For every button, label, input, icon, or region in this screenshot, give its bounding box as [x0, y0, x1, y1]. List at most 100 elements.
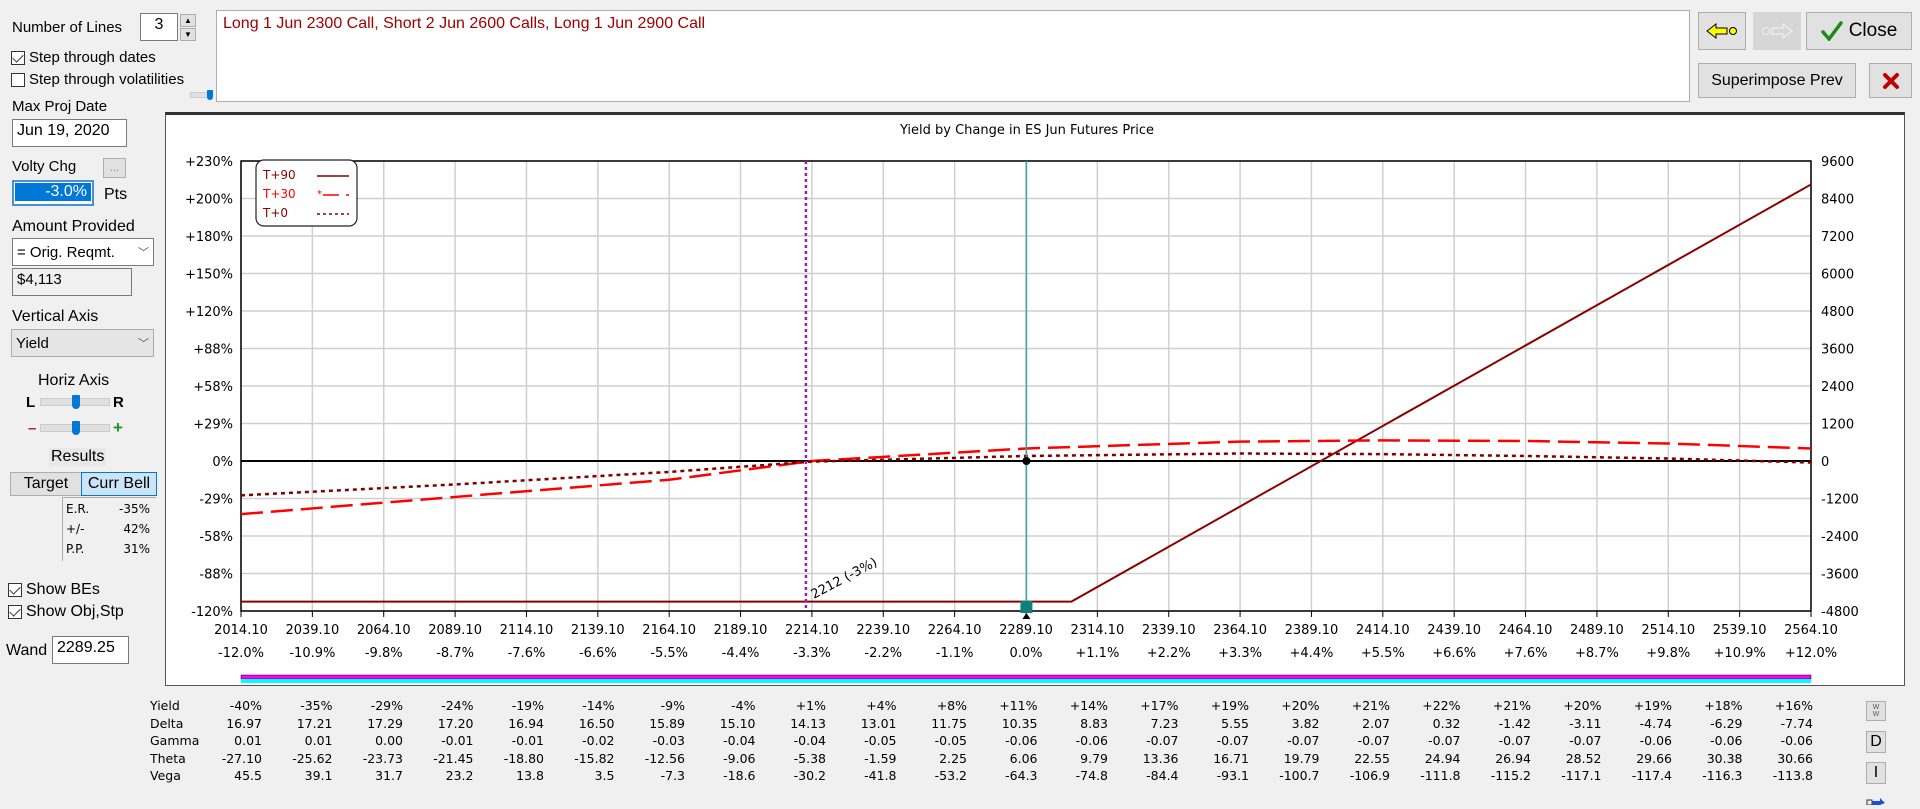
greeks-cell: -7.74 — [1780, 715, 1813, 731]
greeks-cell: -1.59 — [864, 750, 897, 766]
x-tick-label: 2289.10 — [999, 623, 1053, 638]
range-bar-magenta — [240, 674, 1812, 680]
greeks-table: Yield -40% -35% -29% -24% -19% -14% -9% -4% +1% +4… — [140, 690, 1900, 800]
greeks-cell: -74.8 — [1075, 768, 1108, 783]
amount-value-field: $4,113 — [12, 268, 132, 296]
spin-up-button[interactable]: ▲ — [180, 14, 196, 27]
result-pp-value: 31% — [123, 542, 150, 556]
greeks-cell: 0.00 — [375, 733, 403, 748]
step-dates-checkbox[interactable]: Step through dates — [11, 49, 156, 66]
step-vols-checkbox[interactable]: Step through volatilities — [11, 71, 184, 88]
x-tick-label: 2564.10 — [1784, 623, 1838, 638]
greeks-cell: -115.2 — [1490, 768, 1531, 783]
greeks-cell: -84.4 — [1146, 768, 1179, 783]
y-right-tick-label: -4800 — [1821, 605, 1859, 620]
y-right-tick-label: 7200 — [1821, 230, 1854, 245]
x-pct-tick-label: -1.1% — [936, 646, 974, 661]
number-of-lines-label: Number of Lines — [12, 19, 123, 36]
greeks-cell: 9.79 — [1080, 750, 1108, 766]
greeks-cell: -0.04 — [793, 733, 826, 748]
show-obj-checkbox[interactable]: Show Obj,Stp — [8, 603, 124, 621]
x-pct-tick-label: +2.2% — [1147, 646, 1191, 661]
greeks-cell: +14% — [1069, 698, 1108, 713]
y-left-tick-label: -29% — [199, 493, 233, 508]
greeks-cell: 26.94 — [1495, 750, 1531, 766]
number-of-lines-input[interactable]: 3 — [140, 13, 178, 41]
yield-chart[interactable]: Yield by Change in ES Jun Futures Price … — [166, 115, 1906, 687]
y-left-tick-label: +58% — [193, 380, 233, 395]
x-tick-label: 2239.10 — [856, 623, 910, 638]
greeks-cell: -53.2 — [934, 768, 967, 783]
x-pct-tick-label: -5.5% — [650, 646, 688, 661]
x-pct-tick-label: +12.0% — [1785, 646, 1837, 661]
amount-provided-select[interactable]: = Orig. Reqmt. ﹀ — [12, 238, 154, 266]
chart-panel[interactable]: Yield by Change in ES Jun Futures Price … — [165, 112, 1905, 686]
vertical-axis-label: Vertical Axis — [12, 308, 99, 325]
greeks-cell: -0.02 — [582, 733, 615, 748]
greeks-cell: -117.4 — [1631, 768, 1672, 783]
max-proj-date-input[interactable]: Jun 19, 2020 — [12, 119, 127, 147]
export-icon[interactable] — [1866, 792, 1886, 806]
forward-button[interactable] — [1753, 12, 1801, 50]
x-tick-label: 2314.10 — [1070, 623, 1124, 638]
greeks-row-theta: Theta -27.10 -25.62 -23.73 -21.45 -18.80 -15.8… — [150, 751, 1890, 768]
y-right-tick-label: 4800 — [1821, 305, 1854, 320]
target-button[interactable]: Target — [10, 472, 82, 496]
delete-button[interactable] — [1869, 63, 1912, 98]
greeks-cell: 6.06 — [1009, 750, 1038, 766]
volty-more-button[interactable]: ... — [103, 158, 126, 178]
show-bes-checkbox[interactable]: Show BEs — [8, 581, 100, 599]
greeks-cell: +21% — [1492, 698, 1531, 713]
greeks-cell: -113.8 — [1772, 768, 1813, 783]
x-tick-label: 2139.10 — [571, 623, 625, 638]
greeks-cell: 15.10 — [719, 715, 756, 731]
greeks-cell: -0.05 — [934, 733, 967, 748]
close-button[interactable]: Close — [1806, 12, 1912, 50]
x-tick-label: 2089.10 — [428, 623, 482, 638]
x-tick-label: 2514.10 — [1641, 623, 1695, 638]
y-left-tick-label: +150% — [185, 268, 233, 283]
wide-button[interactable]: WW — [1866, 701, 1886, 721]
result-pp-label: P.P. — [66, 542, 85, 556]
greeks-cell: -12.56 — [644, 750, 685, 766]
greeks-cell: -106.9 — [1349, 768, 1390, 783]
greeks-cell: 45.5 — [234, 768, 262, 783]
greeks-cell: +20% — [1563, 698, 1602, 713]
checkbox-checked-icon — [8, 605, 22, 619]
y-right-tick-label: 1200 — [1821, 418, 1854, 433]
mini-slider-thumb[interactable] — [207, 90, 213, 100]
greeks-cell: -4.74 — [1639, 715, 1672, 731]
greeks-row-label: Yield — [150, 698, 180, 713]
greeks-cell: 13.01 — [860, 715, 897, 731]
arrow-left-icon — [1706, 22, 1737, 40]
greeks-cell: -0.07 — [1428, 733, 1461, 748]
curr-bell-button[interactable]: Curr Bell — [81, 472, 157, 496]
legend-t30-label: T+30 — [262, 187, 296, 201]
superimpose-prev-button[interactable]: Superimpose Prev — [1698, 63, 1856, 98]
greeks-cell: 10.35 — [1001, 715, 1038, 731]
greeks-cell: 14.13 — [790, 715, 826, 731]
i-button[interactable]: I — [1866, 762, 1886, 784]
greeks-cell: -0.07 — [1569, 733, 1602, 748]
x-tick-label: 2339.10 — [1142, 623, 1196, 638]
vertical-axis-select[interactable]: Yield ﹀ — [11, 329, 154, 357]
greeks-cell: 28.52 — [1565, 750, 1602, 766]
spin-down-button[interactable]: ▼ — [180, 28, 196, 41]
volty-chg-input[interactable]: -3.0% — [12, 180, 94, 206]
x-pct-tick-label: 0.0% — [1009, 646, 1042, 661]
checkbox-checked-icon — [11, 50, 25, 65]
wand-input[interactable]: 2289.25 — [52, 636, 129, 664]
greeks-cell: 29.66 — [1636, 750, 1672, 766]
axis-layer: 2014.10 -12.0% 2039.10 -10.9% 2064.10 -9.8% 20… — [185, 155, 1859, 661]
checkbox-checked-icon — [8, 583, 22, 597]
strategy-description[interactable]: Long 1 Jun 2300 Call, Short 2 Jun 2600 C… — [216, 10, 1690, 102]
greeks-cell: +1% — [795, 698, 826, 713]
greeks-cell: -18.6 — [723, 768, 756, 783]
zoom-slider-thumb[interactable] — [72, 421, 80, 435]
back-button[interactable] — [1698, 12, 1746, 50]
x-icon — [1882, 72, 1899, 89]
horiz-axis-slider-thumb[interactable] — [72, 395, 80, 409]
slider-plus-label: + — [113, 418, 123, 437]
x-pct-tick-label: -9.8% — [365, 646, 403, 661]
d-button[interactable]: D — [1866, 731, 1886, 753]
